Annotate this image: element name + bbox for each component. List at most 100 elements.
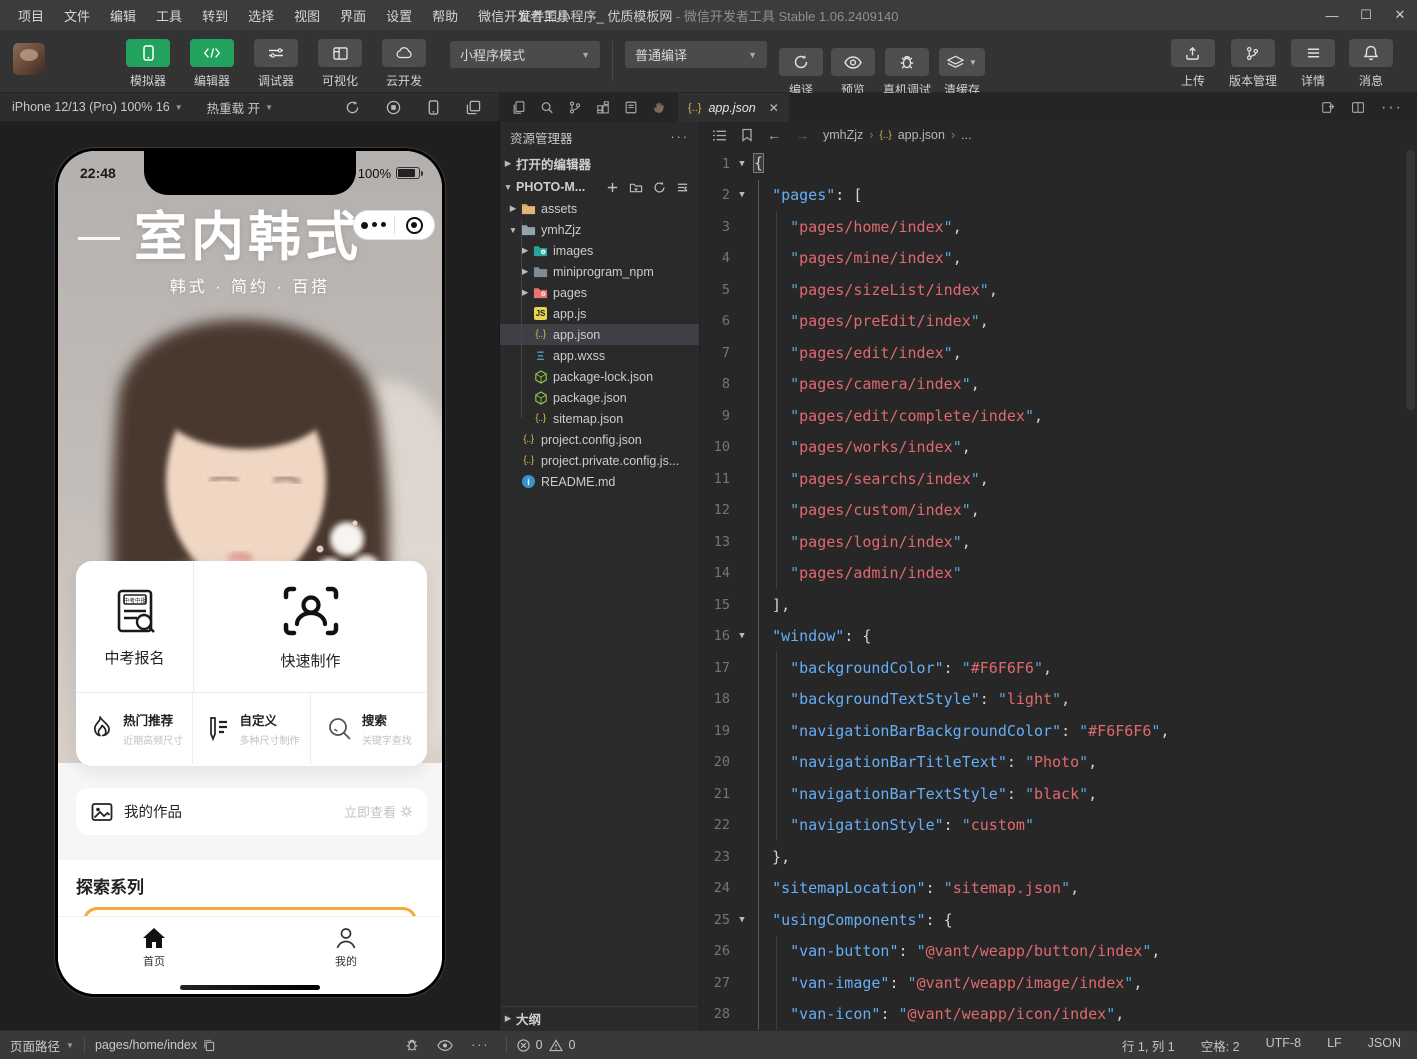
menu-界面[interactable]: 界面 <box>332 3 374 28</box>
simulator-button[interactable]: 模拟器 <box>120 39 176 89</box>
menu-选择[interactable]: 选择 <box>240 3 282 28</box>
status-lf[interactable]: LF <box>1327 1036 1342 1055</box>
maximize-button[interactable]: ☐ <box>1349 0 1383 30</box>
compile-button[interactable]: 编译 <box>779 48 823 98</box>
list-icon[interactable] <box>712 129 727 142</box>
details-button[interactable]: 详情 <box>1291 39 1335 89</box>
breadcrumb[interactable]: ymhZjz › {..} app.json › ... <box>823 128 972 142</box>
page-path-select[interactable]: 页面路径 ▼ <box>0 1036 84 1055</box>
mode-select[interactable]: 小程序模式 ▼ <box>450 41 600 68</box>
code-line-24[interactable]: 24 "sitemapLocation": "sitemap.json", <box>700 872 1417 904</box>
clear-cache-button[interactable]: ▼ 清缓存 <box>939 48 985 98</box>
menu-视图[interactable]: 视图 <box>286 3 328 28</box>
debug-icon[interactable] <box>405 1038 419 1052</box>
status-utf-8[interactable]: UTF-8 <box>1266 1036 1301 1055</box>
split-editor-icon[interactable] <box>1351 100 1365 115</box>
scrollbar[interactable] <box>1406 150 1415 410</box>
status-json[interactable]: JSON <box>1368 1036 1401 1055</box>
refresh-icon[interactable] <box>653 181 666 194</box>
file-miniprogram_npm[interactable]: ▶ miniprogram_npm <box>500 261 699 282</box>
code-line-27[interactable]: 27 "van-image": "@vant/weapp/image/index… <box>700 967 1417 999</box>
menu-工具[interactable]: 工具 <box>148 3 190 28</box>
hand-icon[interactable] <box>652 100 666 115</box>
user-avatar[interactable] <box>13 43 45 75</box>
fold-chevron-icon[interactable]: ▼ <box>730 159 754 169</box>
phone-icon[interactable] <box>427 99 440 115</box>
code-line-2[interactable]: 2 ▼ "pages": [ <box>700 179 1417 211</box>
file-package-lock.json[interactable]: package-lock.json <box>500 366 699 387</box>
code-line-21[interactable]: 21 "navigationBarTextStyle": "black", <box>700 778 1417 810</box>
file-app.js[interactable]: JS app.js <box>500 303 699 324</box>
record-icon[interactable] <box>386 100 401 115</box>
mini-entry-search[interactable]: 搜索 关键字查找 <box>309 693 427 764</box>
code-line-16[interactable]: 16 ▼ "window": { <box>700 620 1417 652</box>
code-line-14[interactable]: 14 "pages/admin/index" <box>700 557 1417 589</box>
file-images[interactable]: ▶ images <box>500 240 699 261</box>
status--2[interactable]: 空格: 2 <box>1201 1036 1240 1055</box>
menu-编辑[interactable]: 编辑 <box>102 3 144 28</box>
capsule-more-icon[interactable] <box>354 221 394 229</box>
file-sitemap.json[interactable]: {..} sitemap.json <box>500 408 699 429</box>
forward-icon[interactable]: → <box>795 127 809 143</box>
menu-项目[interactable]: 项目 <box>10 3 52 28</box>
home-indicator[interactable] <box>180 985 320 990</box>
multi-window-icon[interactable] <box>466 100 481 115</box>
compile-mode-select[interactable]: 普通编译 ▼ <box>625 41 767 68</box>
problems-indicator[interactable]: 0 0 <box>507 1038 586 1052</box>
collapse-all-icon[interactable] <box>676 181 689 194</box>
preview-button[interactable]: 预览 <box>831 48 875 98</box>
code-line-12[interactable]: 12 "pages/custom/index", <box>700 494 1417 526</box>
file-package.json[interactable]: package.json <box>500 387 699 408</box>
device-select[interactable]: iPhone 12/13 (Pro) 100% 16 ▼ <box>0 100 195 114</box>
code-line-26[interactable]: 26 "van-button": "@vant/weapp/button/ind… <box>700 935 1417 967</box>
code-line-28[interactable]: 28 "van-icon": "@vant/weapp/icon/index", <box>700 998 1417 1030</box>
messages-button[interactable]: 消息 <box>1349 39 1393 89</box>
source-control-icon[interactable] <box>568 100 582 115</box>
file-README.md[interactable]: i README.md <box>500 471 699 492</box>
version-button[interactable]: 版本管理 <box>1229 39 1277 89</box>
code-line-19[interactable]: 19 "navigationBarBackgroundColor": "#F6F… <box>700 715 1417 747</box>
fold-chevron-icon[interactable]: ▼ <box>730 190 754 200</box>
code-line-7[interactable]: 7 "pages/edit/index", <box>700 337 1417 369</box>
eye-icon[interactable] <box>437 1039 453 1052</box>
hot-reload-toggle[interactable]: 热重载 开 ▼ <box>195 98 285 117</box>
code-line-18[interactable]: 18 "backgroundTextStyle": "light", <box>700 683 1417 715</box>
fold-chevron-icon[interactable]: ▼ <box>730 915 754 925</box>
code-line-17[interactable]: 17 "backgroundColor": "#F6F6F6", <box>700 652 1417 684</box>
search-icon[interactable] <box>540 100 554 115</box>
quick-make-entry[interactable]: 快速制作 <box>194 561 427 692</box>
more-actions-icon[interactable]: ··· <box>1381 99 1403 117</box>
code-line-20[interactable]: 20 "navigationBarTitleText": "Photo", <box>700 746 1417 778</box>
code-line-22[interactable]: 22 "navigationStyle": "custom" <box>700 809 1417 841</box>
status--1-1[interactable]: 行 1, 列 1 <box>1122 1036 1175 1055</box>
open-preview-icon[interactable] <box>1321 100 1335 115</box>
code-line-15[interactable]: 15 ], <box>700 589 1417 621</box>
code-line-25[interactable]: 25 ▼ "usingComponents": { <box>700 904 1417 936</box>
close-button[interactable]: ✕ <box>1383 0 1417 30</box>
device-debug-button[interactable]: 真机调试 <box>883 48 931 98</box>
menu-设置[interactable]: 设置 <box>378 3 420 28</box>
my-works-card[interactable]: 我的作品 立即查看 <box>76 788 427 835</box>
exam-signup-entry[interactable]: 中考中报 中考报名 <box>76 561 194 692</box>
fold-chevron-icon[interactable]: ▼ <box>730 631 754 641</box>
code-line-23[interactable]: 23 }, <box>700 841 1417 873</box>
code-line-11[interactable]: 11 "pages/searchs/index", <box>700 463 1417 495</box>
mini-entry-flame[interactable]: 热门推荐 近期高频尺寸 <box>76 693 192 764</box>
mini-entry-pen[interactable]: 自定义 多种尺寸制作 <box>192 693 309 764</box>
upload-button[interactable]: 上传 <box>1170 39 1215 89</box>
code-area[interactable]: 1 ▼{2 ▼ "pages": [3 "pages/home/index", 4 "… <box>700 148 1417 1030</box>
menu-微信开发者工具[interactable]: 微信开发者工具 <box>470 3 577 28</box>
outline-section[interactable]: ▶ 大纲 <box>500 1006 698 1030</box>
file-project.config.json[interactable]: {..} project.config.json <box>500 429 699 450</box>
file-assets[interactable]: ▶ assets <box>500 198 699 219</box>
tab-app-json[interactable]: {..} app.json ✕ <box>678 93 789 122</box>
code-line-13[interactable]: 13 "pages/login/index", <box>700 526 1417 558</box>
menu-转到[interactable]: 转到 <box>194 3 236 28</box>
extensions-icon[interactable] <box>596 100 610 115</box>
file-panel-icon[interactable] <box>624 100 638 115</box>
restart-icon[interactable] <box>345 100 360 115</box>
tab-close-icon[interactable]: ✕ <box>769 101 779 115</box>
open-editors-section[interactable]: ▶ 打开的编辑器 <box>500 152 699 174</box>
file-project.private.config.js...[interactable]: {..} project.private.config.js... <box>500 450 699 471</box>
menu-文件[interactable]: 文件 <box>56 3 98 28</box>
